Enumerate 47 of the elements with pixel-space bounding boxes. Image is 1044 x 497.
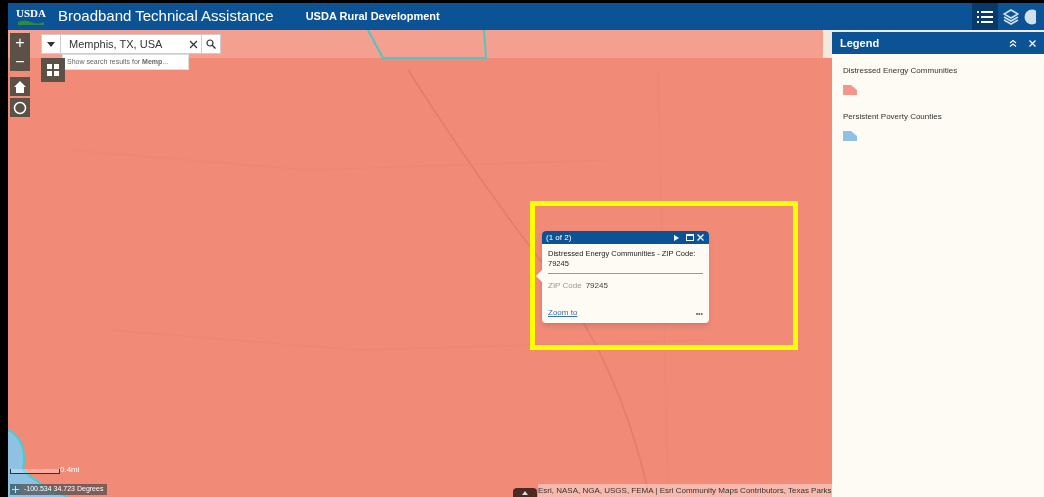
locate-icon xyxy=(13,100,27,115)
collapse-button[interactable] xyxy=(1008,38,1018,48)
scale-bar xyxy=(10,469,60,474)
attribution-text: Esri, NASA, NGA, USGS, FEMA | Esri Community Maps Contributors, Texas Parks xyxy=(538,484,832,497)
home-icon xyxy=(14,80,26,93)
scale-label: 0.4mi xyxy=(60,466,80,474)
search-field[interactable]: Memphis, TX, USA xyxy=(61,34,189,54)
logo: USDA xyxy=(16,8,46,19)
legend-label: Distressed Energy Communities xyxy=(843,65,959,77)
legend-button[interactable] xyxy=(972,3,998,30)
close-button[interactable] xyxy=(1028,38,1036,48)
search-icon xyxy=(206,39,216,49)
field-label: ZIP Code xyxy=(548,280,582,292)
caret-icon xyxy=(522,490,528,495)
crosshair-icon xyxy=(11,486,19,493)
app-title: Broadband Technical Assistance xyxy=(57,6,274,27)
maximize-button[interactable] xyxy=(686,233,694,242)
layers-icon xyxy=(1003,8,1019,25)
coordinate-toggle[interactable] xyxy=(10,484,20,495)
zoom-to-link[interactable]: Zoom to xyxy=(548,307,578,319)
zoom-in-button[interactable]: + xyxy=(10,33,30,52)
basemap-button[interactable] xyxy=(41,58,65,82)
popup-counter: (1 of 2) xyxy=(546,231,572,244)
close-icon xyxy=(697,234,704,241)
legend-title: Legend xyxy=(840,35,880,51)
play-icon xyxy=(674,234,679,241)
legend-label: Persistent Poverty Counties xyxy=(843,111,943,123)
legend-swatch xyxy=(843,131,857,141)
chevron-icon xyxy=(1009,39,1017,47)
close-button[interactable] xyxy=(697,233,705,242)
expand-button[interactable] xyxy=(513,488,537,497)
logo-icon xyxy=(17,19,44,25)
clear-button[interactable] xyxy=(189,34,201,54)
grid-icon xyxy=(47,64,59,76)
caret-icon xyxy=(47,41,55,47)
legend-swatch xyxy=(843,85,857,95)
close-icon xyxy=(189,39,198,49)
search-source-dropdown[interactable] xyxy=(41,34,61,54)
close-icon xyxy=(1028,39,1036,47)
home-button[interactable] xyxy=(10,77,30,96)
app-subtitle: USDA Rural Development xyxy=(305,9,440,25)
list-icon xyxy=(977,9,993,24)
locate-button[interactable] xyxy=(10,98,30,117)
field-value: 79245 xyxy=(585,280,608,292)
zoom-out-button[interactable]: − xyxy=(10,52,30,71)
maximize-icon xyxy=(686,234,694,241)
search-button[interactable] xyxy=(201,34,221,54)
